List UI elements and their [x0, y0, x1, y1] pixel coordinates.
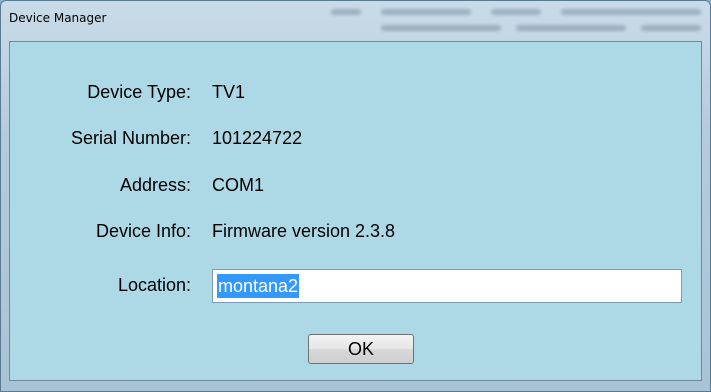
address-label: Address:	[119, 175, 191, 195]
ok-button[interactable]: OK	[308, 334, 414, 364]
serial-number-value: 101224722	[212, 128, 303, 148]
location-label: Location:	[117, 275, 191, 295]
dialog-client-area: Device Type: TV1 Serial Number: 10122472…	[9, 41, 702, 381]
location-input[interactable]: montana2	[212, 269, 682, 303]
window-title: Device Manager	[9, 11, 107, 25]
device-info-value: Firmware version 2.3.8	[212, 221, 396, 241]
location-input-selected-text: montana2	[217, 274, 300, 298]
device-info-label: Device Info:	[95, 221, 191, 241]
address-value: COM1	[212, 175, 265, 195]
device-type-label: Device Type:	[87, 82, 191, 102]
serial-number-label: Serial Number:	[70, 128, 191, 148]
title-bar[interactable]: Device Manager	[1, 1, 710, 41]
device-type-value: TV1	[212, 82, 246, 102]
device-manager-window: Device Manager Device Type: TV1 Serial N…	[0, 0, 711, 392]
